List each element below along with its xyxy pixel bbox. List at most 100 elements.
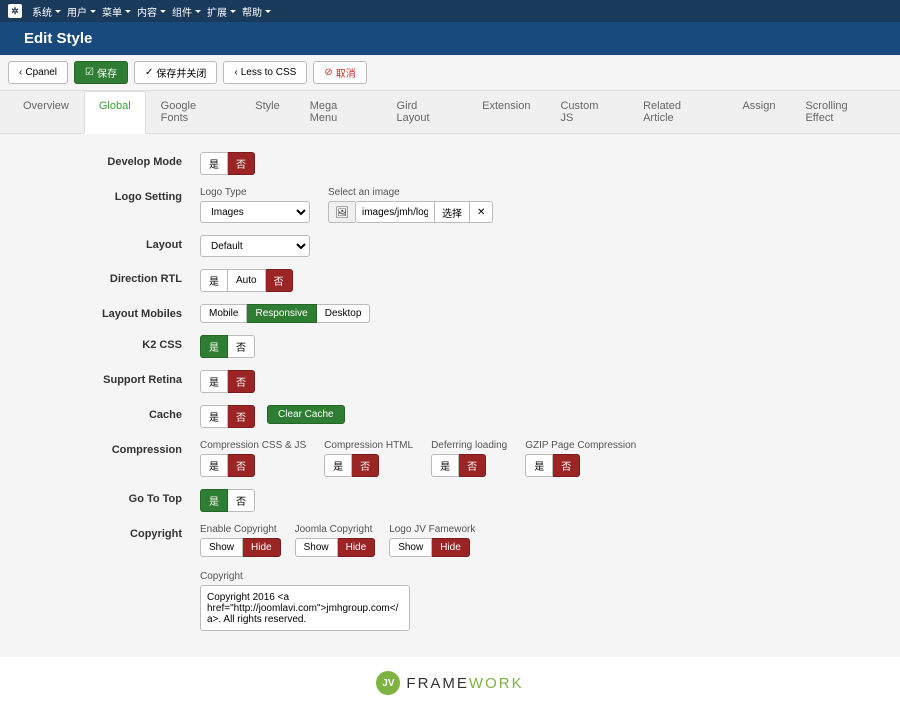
row-develop-mode: Develop Mode是否 [0,146,900,181]
select-image-button[interactable]: 选择 [435,201,470,223]
sub-label: Compression HTML [324,440,413,451]
row-cache: Cache是否 Clear Cache [0,399,900,434]
toggle-option[interactable]: Desktop [317,304,371,323]
sub-label: Copyright [200,571,866,582]
topbar-menu-菜单[interactable]: 菜单 [102,4,131,19]
row-logo-setting: Logo SettingLogo TypeImagesSelect an ima… [0,181,900,229]
toggle-option[interactable]: 否 [228,335,255,358]
tab-mega-menu[interactable]: Mega Menu [295,91,382,133]
page-header: Edit Style [0,22,900,55]
cancel-button[interactable]: ⊘取消 [313,61,366,84]
row-go-to-top: Go To Top是否 [0,483,900,518]
toggle-option[interactable]: 否 [228,405,255,428]
chevron-down-icon [125,10,131,13]
row-support-retina: Support Retina是否 [0,364,900,399]
less-to-css-button[interactable]: ‹Less to CSS [223,61,307,84]
toggle-option[interactable]: Show [295,538,338,557]
toggle-option[interactable]: 否 [228,370,255,393]
save-close-button[interactable]: ✓保存并关闭 [134,61,217,84]
logo-type-select[interactable]: Images [200,201,310,223]
clear-image-button[interactable]: ✕ [470,201,493,223]
toggle-option[interactable]: 否 [553,454,580,477]
tab-assign[interactable]: Assign [727,91,790,133]
toggle-option[interactable]: Hide [432,538,470,557]
toggle-option[interactable]: Show [200,538,243,557]
image-input-group: 🖼选择✕ [328,201,493,223]
row-logo-setting-label: Logo Setting [20,187,200,203]
toggle-option[interactable]: 是 [200,454,228,477]
toggle-option[interactable]: 是 [200,489,228,512]
sub-label: GZIP Page Compression [525,440,636,451]
topbar-menu-组件[interactable]: 组件 [172,4,201,19]
copyright-textarea[interactable] [200,585,410,631]
chevron-down-icon [160,10,166,13]
row-go-to-top-label: Go To Top [20,489,200,505]
chevron-left-icon: ‹ [19,67,22,78]
row-k2-css-label: K2 CSS [20,335,200,351]
toggle-option[interactable]: 是 [324,454,352,477]
toggle-option[interactable]: 是 [200,405,228,428]
topbar-menu-帮助[interactable]: 帮助 [242,4,271,19]
sub-label: Joomla Copyright [295,524,376,535]
save-icon: ☑ [85,67,94,78]
toggle-option[interactable]: Responsive [247,304,316,323]
clear-cache-button[interactable]: Clear Cache [267,405,345,424]
row-k2-css: K2 CSS是否 [0,329,900,364]
row-layout-label: Layout [20,235,200,251]
check-icon: ✓ [145,67,153,78]
toggle-option[interactable]: Hide [243,538,281,557]
toggle-option[interactable]: 否 [228,454,255,477]
row-copyright-label: Copyright [20,524,200,540]
row-cache-label: Cache [20,405,200,421]
topbar-menu-系统[interactable]: 系统 [32,4,61,19]
row-support-retina-label: Support Retina [20,370,200,386]
tab-related-article[interactable]: Related Article [628,91,727,133]
topbar-menu-内容[interactable]: 内容 [137,4,166,19]
tab-scrolling-effect[interactable]: Scrolling Effect [790,91,892,133]
toggle-option[interactable]: Auto [228,269,266,292]
toggle-option[interactable]: 是 [525,454,553,477]
row-direction-rtl-label: Direction RTL [20,269,200,285]
toggle-option[interactable]: 否 [266,269,293,292]
tab-style[interactable]: Style [240,91,294,133]
toggle-option[interactable]: 否 [352,454,379,477]
action-toolbar: ‹Cpanel ☑保存 ✓保存并关闭 ‹Less to CSS ⊘取消 [0,55,900,91]
cpanel-button[interactable]: ‹Cpanel [8,61,68,84]
tab-global[interactable]: Global [84,91,146,134]
row-copyright: CopyrightEnable CopyrightShowHideJoomla … [0,518,900,637]
chevron-down-icon [230,10,236,13]
footer: JV FRAMEWORK [0,657,900,709]
row-compression-label: Compression [20,440,200,456]
toggle-option[interactable]: 否 [228,489,255,512]
row-compression: CompressionCompression CSS & JS是否Compres… [0,434,900,483]
chevron-down-icon [265,10,271,13]
tab-custom-js[interactable]: Custom JS [545,91,628,133]
row-develop-mode-label: Develop Mode [20,152,200,168]
toggle-option[interactable]: Hide [338,538,376,557]
toggle-option[interactable]: 是 [200,335,228,358]
toggle-option[interactable]: 是 [431,454,459,477]
toggle-option[interactable]: 否 [459,454,486,477]
toggle-option[interactable]: 是 [200,152,228,175]
save-button[interactable]: ☑保存 [74,61,128,84]
chevron-down-icon [55,10,61,13]
tab-gird-layout[interactable]: Gird Layout [382,91,468,133]
tab-google-fonts[interactable]: Google Fonts [146,91,241,133]
sub-label: Logo JV Famework [389,524,475,535]
image-path-input[interactable] [355,201,435,223]
jv-framework-logo: JV FRAMEWORK [376,671,523,695]
tab-extension[interactable]: Extension [467,91,545,133]
layout-select[interactable]: Default [200,235,310,257]
joomla-icon[interactable]: ✲ [8,4,22,18]
row-direction-rtl: Direction RTL是Auto否 [0,263,900,298]
toggle-option[interactable]: 是 [200,370,228,393]
toggle-option[interactable]: 否 [228,152,255,175]
cancel-icon: ⊘ [324,67,332,78]
topbar-menu-扩展[interactable]: 扩展 [207,4,236,19]
admin-topbar: ✲ 系统用户菜单内容组件扩展帮助 [0,0,900,22]
toggle-option[interactable]: 是 [200,269,228,292]
topbar-menu-用户[interactable]: 用户 [67,4,96,19]
toggle-option[interactable]: Show [389,538,432,557]
tab-overview[interactable]: Overview [8,91,84,133]
toggle-option[interactable]: Mobile [200,304,247,323]
